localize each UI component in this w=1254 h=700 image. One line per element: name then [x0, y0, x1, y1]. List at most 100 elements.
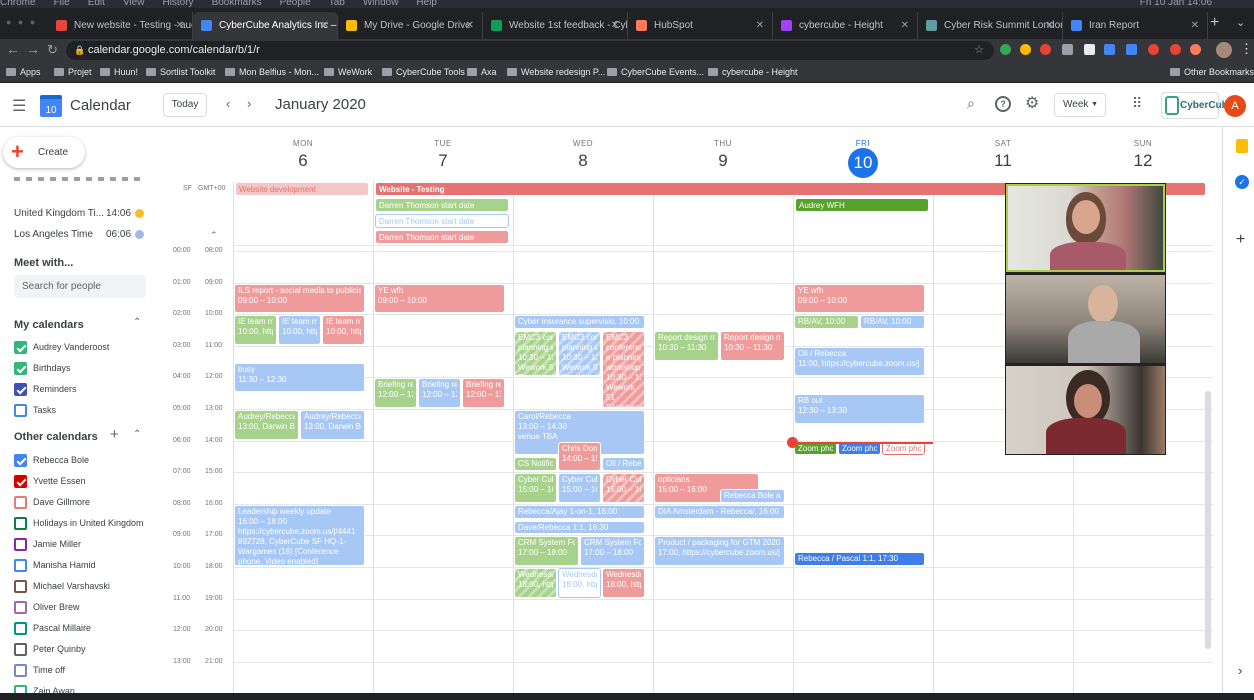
calendar-event[interactable]: Oli / Rebecca 11:00, https://cybercube.zo…	[794, 346, 925, 377]
bookmark-item[interactable]: CyberCube Events...	[607, 62, 704, 82]
calendar-event[interactable]: EMC3 contplanning w10:30 – 13Wework 51Ea…	[558, 331, 601, 377]
calendar-checkbox[interactable]	[14, 538, 27, 551]
video-tile-participant-1[interactable]	[1006, 184, 1165, 272]
browser-tab[interactable]: CyberCube Analytics Inc – C ✕	[193, 12, 338, 39]
close-tab-icon[interactable]: ✕	[611, 12, 619, 39]
bookmark-item[interactable]: WeWork	[324, 62, 372, 82]
browser-tab[interactable]: cybercube - Height ✕	[773, 12, 918, 39]
calendar-checkbox[interactable]	[14, 643, 27, 656]
calendar-event[interactable]: Briefing re 12:00 – 13	[462, 378, 505, 408]
calendar-event[interactable]: RB/AV, 10:00	[860, 315, 925, 329]
mac-menu-item[interactable]: File	[54, 0, 70, 8]
close-tab-icon[interactable]: ✕	[321, 12, 329, 39]
bookmark-item[interactable]: Other Bookmarks	[1170, 62, 1254, 82]
grid-scrollbar[interactable]	[1205, 391, 1211, 649]
calendar-event[interactable]: Rebecca / Pascal 1:1, 17:30	[794, 552, 925, 566]
apps-grid-icon[interactable]: ⠿	[1132, 95, 1142, 112]
close-tab-icon[interactable]: ✕	[1191, 12, 1199, 39]
day-number[interactable]: 9	[653, 151, 793, 171]
browser-tab[interactable]: My Drive - Google Drive ✕	[338, 12, 483, 39]
calendar-event[interactable]: Wednesda 18:00, http	[602, 568, 645, 598]
close-tab-icon[interactable]: ✕	[176, 12, 184, 39]
calendar-checkbox[interactable]	[14, 664, 27, 677]
day-number[interactable]: 7	[373, 151, 513, 171]
calendar-event[interactable]: Report design me 10:30 – 11:30	[720, 331, 785, 361]
calendar-event[interactable]: busy 11:30 – 12:30	[234, 362, 365, 393]
mac-menu-item[interactable]: Chrome	[0, 0, 36, 8]
calendar-event[interactable]: CS Notifica	[514, 457, 557, 472]
close-tab-icon[interactable]: ✕	[756, 12, 764, 39]
reload-icon[interactable]: ↻	[47, 42, 58, 58]
video-call-overlay[interactable]	[1005, 183, 1166, 455]
calendar-checkbox[interactable]	[14, 404, 27, 417]
bookmark-star-icon[interactable]: ☆	[974, 41, 984, 60]
day-number[interactable]: 6	[233, 151, 373, 171]
calendar-event[interactable]: CRM System Fol 17:00 – 18:00	[580, 536, 645, 566]
calendar-checkbox[interactable]	[14, 362, 27, 375]
mac-menu-item[interactable]: Help	[416, 0, 437, 8]
close-tab-icon[interactable]: ✕	[1046, 12, 1054, 39]
calendar-event[interactable]: Audrey/Rebecca 13:00, Darwin Bri	[234, 410, 299, 440]
mac-menu-item[interactable]: View	[123, 0, 145, 8]
bookmark-item[interactable]: CyberCube Tools	[382, 62, 465, 82]
calendar-checkbox[interactable]	[14, 559, 27, 572]
calendar-event[interactable]: ILS report - social media to publicis 09:…	[234, 283, 365, 314]
bookmark-item[interactable]: Projet	[54, 62, 92, 82]
calendar-checkbox[interactable]	[14, 580, 27, 593]
browser-tab[interactable]: HubSpot ✕	[628, 12, 773, 39]
calendar-event[interactable]: Briefing re 12:00 – 13	[418, 378, 461, 408]
calendar-event[interactable]: Briefing re 12:00 – 13	[374, 378, 417, 408]
tasks-icon[interactable]: ✓	[1235, 175, 1249, 189]
collapse-chevron-icon[interactable]: ⌃	[133, 429, 141, 440]
day-number[interactable]: 12	[1073, 151, 1213, 171]
calendar-event[interactable]: IE team me10:00, http	[234, 315, 277, 345]
extension-icons[interactable]	[1000, 44, 1201, 56]
calendar-checkbox[interactable]	[14, 454, 27, 467]
mac-menu-item[interactable]: Tab	[329, 0, 345, 8]
bookmark-item[interactable]: cybercube - Height	[708, 62, 798, 82]
app-name[interactable]: Calendar	[70, 97, 131, 114]
calendar-checkbox[interactable]	[14, 685, 27, 693]
search-people-input[interactable]: Search for people	[14, 275, 146, 298]
main-menu-icon[interactable]: ☰	[12, 96, 26, 116]
calendar-event[interactable]: DIA Amsterdam - Rebecca/, 16:00	[654, 504, 785, 519]
calendar-event[interactable]: IE team me10:00, http	[278, 315, 321, 345]
calendar-event[interactable]: Cyber Cub 15:00 – 16	[558, 473, 601, 503]
calendar-checkbox[interactable]	[14, 496, 27, 509]
calendar-event[interactable]: Chris Don in14:00 – 15:00	[558, 441, 601, 472]
back-icon[interactable]: ←	[6, 41, 20, 57]
view-selector[interactable]: Week ▼	[1054, 93, 1106, 117]
collapse-chevron-icon[interactable]: ⌃	[133, 317, 141, 328]
calendar-event[interactable]: Dave/Rebecca 1:1, 16:30	[514, 520, 645, 535]
search-icon[interactable]: ⌕	[967, 95, 975, 112]
allday-event[interactable]: Darren Thomson start date	[375, 198, 509, 212]
allday-event[interactable]: Darren Thomson start date	[375, 230, 509, 244]
calendar-event[interactable]: Leadership weekly update 16:00 – 18:00 htt…	[234, 504, 365, 566]
browser-tab[interactable]: Iran Report ✕	[1063, 12, 1208, 39]
mac-menu-item[interactable]: Bookmarks	[212, 0, 262, 8]
calendar-event[interactable]: YE wfh 09:00 – 10:00	[374, 283, 505, 314]
calendar-event[interactable]: CRM System Fol 17:00 – 18:00	[514, 536, 579, 566]
next-week-icon[interactable]: ›	[247, 96, 251, 111]
other-calendars-title[interactable]: Other calendars	[14, 431, 98, 443]
calendar-event[interactable]: Cyber Cub 15:00 – 16	[602, 473, 645, 503]
day-number[interactable]: 11	[933, 151, 1073, 171]
day-number[interactable]: 8	[513, 151, 653, 171]
bookmark-item[interactable]: Mon Belfius - Mon...	[225, 62, 319, 82]
calendar-event[interactable]: Wednesda 18:00, http	[558, 568, 601, 598]
calendar-checkbox[interactable]	[14, 517, 27, 530]
calendar-event[interactable]: EMC3 conferenc e planning workshop 10:30 – 1…	[602, 331, 645, 408]
calendar-checkbox[interactable]	[14, 475, 27, 488]
bookmark-item[interactable]: Huun!	[100, 62, 138, 82]
help-icon[interactable]: ?	[995, 96, 1011, 112]
add-calendar-icon[interactable]: +	[110, 426, 119, 443]
browser-tab[interactable]: Website 1st feedback - Cybe ✕	[483, 12, 628, 39]
browser-tab[interactable]: Cyber Risk Summit London ✕	[918, 12, 1063, 39]
calendar-event[interactable]: Rebecca Bole and	[720, 489, 785, 503]
get-addons-icon[interactable]: +	[1236, 231, 1245, 249]
mac-menu-item[interactable]: Window	[363, 0, 399, 8]
chrome-menu-icon[interactable]: ⋮	[1240, 41, 1253, 57]
brand-logo[interactable]: CyberCube	[1161, 92, 1233, 119]
calendar-event[interactable]: EMC3 conplanning w10:30 – 13Wework 51Eas…	[514, 331, 557, 377]
close-tab-icon[interactable]: ✕	[466, 12, 474, 39]
